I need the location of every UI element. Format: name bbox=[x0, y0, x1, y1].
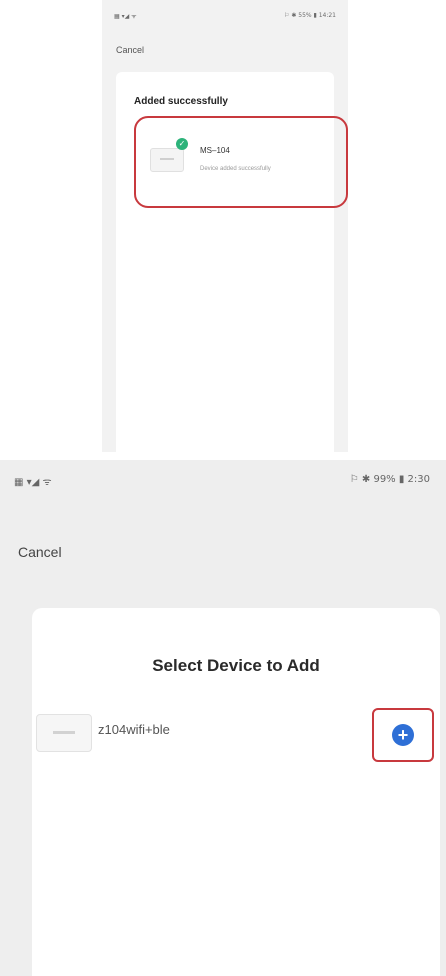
device-list-card: Select Device to Add z104wifi+ble + bbox=[32, 608, 440, 976]
device-name: MS–104 bbox=[200, 146, 230, 155]
result-card: Added successfully ✓ MS–104 Device added… bbox=[116, 72, 348, 452]
list-item[interactable]: z104wifi+ble + bbox=[32, 704, 440, 766]
device-status: Device added successfully bbox=[200, 166, 271, 172]
cancel-button[interactable]: Cancel bbox=[116, 45, 144, 55]
add-button-highlight: + bbox=[372, 708, 434, 762]
device-thumbnail-icon bbox=[36, 714, 92, 752]
status-bar: ▦ ▾◢ ᯤ ⚐ ✱ 99% ▮ 2:30 bbox=[0, 470, 446, 490]
add-device-button[interactable]: + bbox=[392, 724, 414, 746]
page-title: Added successfully bbox=[134, 96, 228, 107]
cancel-button[interactable]: Cancel bbox=[18, 544, 62, 560]
page-title: Select Device to Add bbox=[152, 656, 320, 675]
status-left: ▦ ▾◢ ᯤ bbox=[114, 13, 137, 20]
status-left: ▦ ▾◢ ᯤ bbox=[14, 477, 52, 488]
check-icon: ✓ bbox=[176, 138, 188, 150]
instruction-screenshots: ▦ ▾◢ ᯤ ⚐ ✱ 55% ▮ 14:21 Cancel Added succ… bbox=[0, 0, 446, 976]
status-bar: ▦ ▾◢ ᯤ ⚐ ✱ 55% ▮ 14:21 bbox=[102, 10, 348, 24]
status-right: ⚐ ✱ 99% ▮ 2:30 bbox=[349, 474, 430, 485]
added-device-item[interactable]: ✓ MS–104 Device added successfully bbox=[134, 116, 348, 208]
select-device-screen: ▦ ▾◢ ᯤ ⚐ ✱ 99% ▮ 2:30 Cancel Select Devi… bbox=[0, 460, 446, 976]
added-successfully-screen: ▦ ▾◢ ᯤ ⚐ ✱ 55% ▮ 14:21 Cancel Added succ… bbox=[102, 0, 348, 452]
device-name: z104wifi+ble bbox=[98, 722, 170, 737]
status-right: ⚐ ✱ 55% ▮ 14:21 bbox=[284, 12, 336, 19]
device-thumbnail-icon bbox=[150, 148, 184, 172]
